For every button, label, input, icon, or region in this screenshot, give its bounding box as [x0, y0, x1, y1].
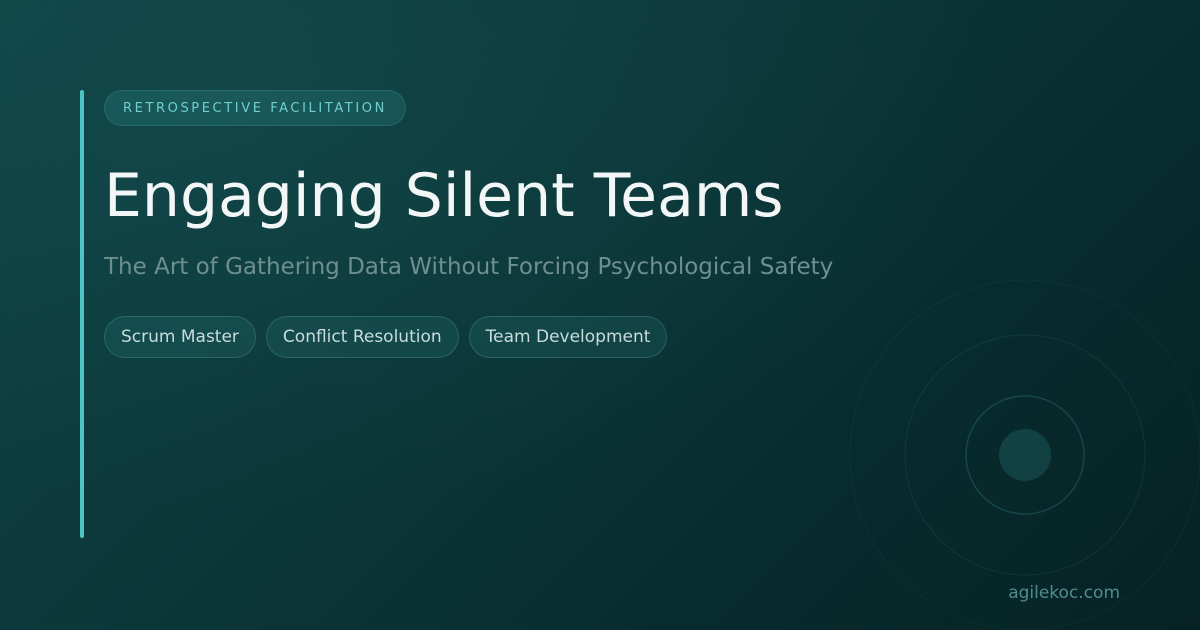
tag-list: Scrum Master Conflict Resolution Team De…: [104, 316, 668, 358]
tag-team-development: Team Development: [468, 316, 668, 358]
category-pill: RETROSPECTIVE FACILITATION: [104, 90, 406, 126]
page-subtitle: The Art of Gathering Data Without Forcin…: [104, 254, 834, 280]
tag-scrum-master: Scrum Master: [104, 316, 256, 358]
center-dot: [999, 429, 1051, 481]
site-url: agilekoc.com: [1008, 583, 1120, 603]
page-title: Engaging Silent Teams: [104, 161, 784, 231]
og-card: RETROSPECTIVE FACILITATION Engaging Sile…: [0, 0, 1200, 630]
tag-conflict-resolution: Conflict Resolution: [265, 316, 459, 358]
accent-bar: [80, 90, 84, 538]
concentric-rings-icon: [849, 279, 1200, 630]
